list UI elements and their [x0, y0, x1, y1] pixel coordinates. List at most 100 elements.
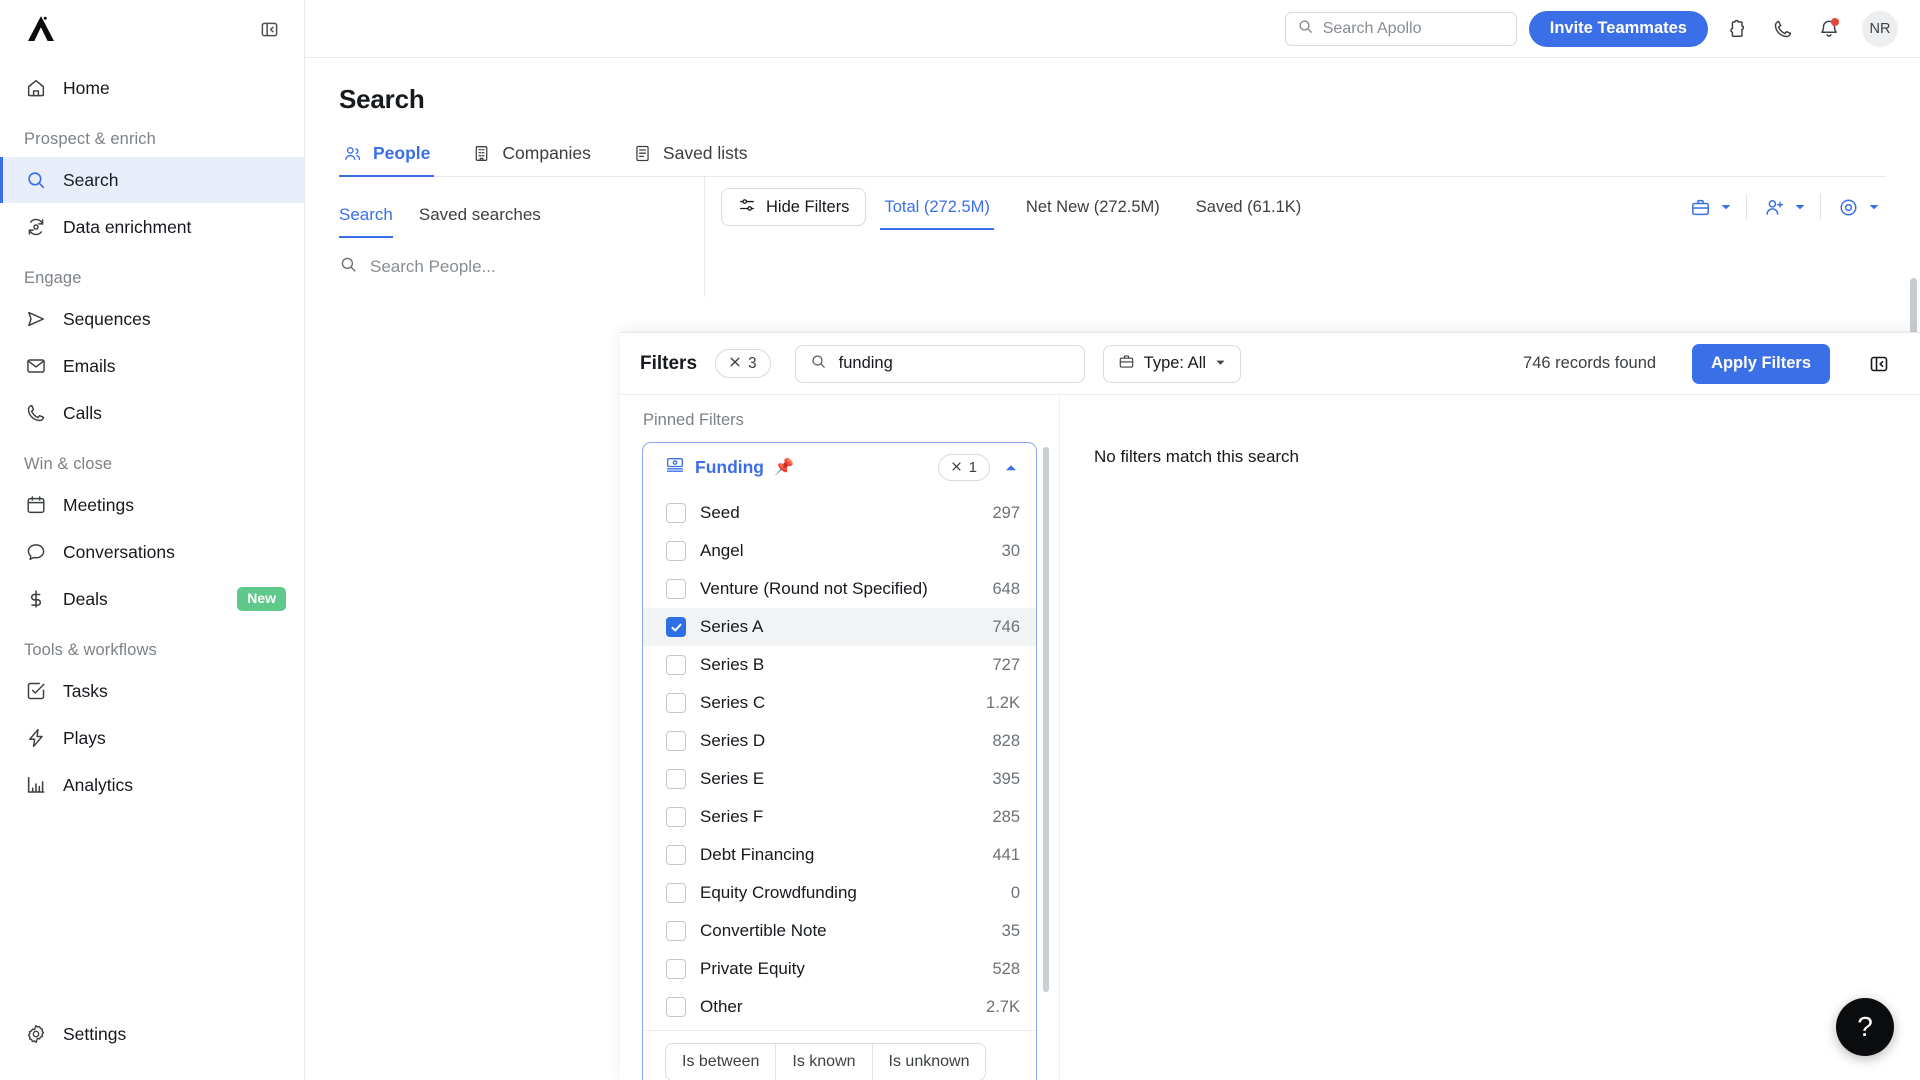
sidebar-item-sequences[interactable]: Sequences — [0, 296, 304, 342]
checkbox[interactable] — [666, 769, 686, 789]
is-known-button[interactable]: Is known — [776, 1044, 873, 1080]
checkbox[interactable] — [666, 693, 686, 713]
tab-companies[interactable]: Companies — [468, 137, 595, 176]
filters-list-scrollbar[interactable] — [1043, 447, 1049, 992]
subtab-saved-searches[interactable]: Saved searches — [419, 205, 541, 237]
chevron-up-icon[interactable] — [1000, 461, 1022, 475]
records-found-label: 746 records found — [1523, 354, 1657, 372]
option-count: 297 — [992, 503, 1020, 522]
checkbox[interactable] — [666, 731, 686, 751]
sidebar-item-settings[interactable]: Settings — [0, 1011, 304, 1057]
list-item[interactable]: Series A 746 — [643, 608, 1036, 646]
count-tab-net-new[interactable]: Net New (272.5M) — [1008, 177, 1178, 237]
help-button[interactable]: ? — [1836, 998, 1894, 1056]
filters-panel-body: Pinned Filters Funding 📌 1 Seed 297 Ange… — [620, 395, 1920, 1080]
app-root: Home Prospect & enrich Search Data enric… — [0, 0, 1920, 1080]
chevron-down-icon[interactable] — [1866, 199, 1882, 215]
phone-icon[interactable] — [1766, 12, 1800, 46]
apply-filters-button[interactable]: Apply Filters — [1692, 343, 1830, 384]
sidebar-group-title: Engage — [24, 269, 82, 287]
filter-search-box[interactable] — [794, 344, 1085, 383]
sidebar-collapse-button[interactable] — [256, 16, 282, 42]
bell-icon[interactable] — [1812, 12, 1846, 46]
search-people-input[interactable] — [370, 257, 682, 277]
count-tab-total[interactable]: Total (272.5M) — [866, 177, 1007, 237]
list-item[interactable]: Series C 1.2K — [643, 684, 1036, 722]
option-count: 285 — [992, 807, 1020, 826]
sidebar-item-conversations[interactable]: Conversations — [0, 529, 304, 575]
list-item[interactable]: Seed 297 — [643, 494, 1036, 532]
filters-panel-collapse-button[interactable] — [1864, 349, 1894, 379]
checkbox[interactable] — [666, 579, 686, 599]
chevron-down-icon[interactable] — [1718, 199, 1734, 215]
checkbox[interactable] — [666, 959, 686, 979]
add-person-icon[interactable] — [1759, 192, 1789, 222]
chevron-down-icon[interactable] — [1792, 199, 1808, 215]
checkbox[interactable] — [666, 997, 686, 1017]
sidebar-item-label: Analytics — [63, 774, 134, 795]
checkbox[interactable] — [666, 845, 686, 865]
tab-saved-lists[interactable]: Saved lists — [629, 137, 752, 176]
checkbox[interactable] — [666, 617, 686, 637]
chevron-down-icon — [1215, 354, 1226, 373]
sidebar-item-plays[interactable]: Plays — [0, 715, 304, 761]
checkbox[interactable] — [666, 655, 686, 675]
sidebar-item-analytics[interactable]: Analytics — [0, 762, 304, 808]
pushpin-icon[interactable]: 📌 — [774, 459, 794, 476]
sidebar-item-emails[interactable]: Emails — [0, 343, 304, 389]
clear-filters-chip[interactable]: 3 — [715, 349, 771, 378]
option-label: Seed — [700, 503, 740, 522]
sidebar-item-meetings[interactable]: Meetings — [0, 482, 304, 528]
filters-title: Filters — [640, 352, 698, 374]
list-item[interactable]: Debt Financing 441 — [643, 836, 1036, 874]
bar-chart-icon — [24, 774, 47, 797]
list-item[interactable]: Other 2.7K — [643, 988, 1036, 1026]
is-unknown-button[interactable]: Is unknown — [872, 1044, 986, 1080]
briefcase-icon[interactable] — [1685, 192, 1715, 222]
list-item[interactable]: Convertible Note 35 — [643, 912, 1036, 950]
list-item[interactable]: Series B 727 — [643, 646, 1036, 684]
subtab-search[interactable]: Search — [339, 205, 393, 238]
invite-teammates-button[interactable]: Invite Teammates — [1528, 10, 1708, 47]
sidebar-item-data-enrichment[interactable]: Data enrichment — [0, 204, 304, 250]
funding-filter-header[interactable]: Funding 📌 1 — [643, 443, 1036, 492]
sidebar-item-calls[interactable]: Calls — [0, 390, 304, 436]
option-label: Series F — [700, 807, 764, 826]
list-item[interactable]: Series D 828 — [643, 722, 1036, 760]
sidebar-item-home[interactable]: Home — [0, 65, 304, 111]
close-icon — [729, 355, 741, 373]
puzzle-icon[interactable] — [1720, 12, 1754, 46]
hide-filters-button[interactable]: Hide Filters — [721, 188, 867, 226]
sidebar-item-deals[interactable]: Deals New — [0, 576, 304, 622]
list-item[interactable]: Series F 285 — [643, 798, 1036, 836]
checkbox[interactable] — [666, 883, 686, 903]
search-input[interactable] — [1322, 19, 1505, 38]
option-label: Private Equity — [700, 959, 805, 978]
option-label: Series E — [700, 769, 765, 788]
is-between-button[interactable]: Is between — [666, 1044, 777, 1080]
list-item[interactable]: Equity Crowdfunding 0 — [643, 874, 1036, 912]
checkbox[interactable] — [666, 807, 686, 827]
checkbox[interactable] — [666, 921, 686, 941]
list-item[interactable]: Venture (Round not Specified) 648 — [643, 570, 1036, 608]
list-item[interactable]: Series E 395 — [643, 760, 1036, 798]
sidebar-item-tasks[interactable]: Tasks — [0, 668, 304, 714]
sidebar-item-label: Tasks — [63, 680, 108, 701]
count-tab-saved[interactable]: Saved (61.1K) — [1178, 177, 1319, 237]
checkbox[interactable] — [666, 541, 686, 561]
results-area — [705, 237, 1920, 297]
eye-target-icon[interactable] — [1833, 192, 1863, 222]
tab-people[interactable]: People — [339, 137, 435, 177]
global-search-box[interactable] — [1284, 11, 1517, 46]
funding-clear-chip[interactable]: 1 — [937, 454, 990, 481]
type-filter-select[interactable]: Type: All — [1102, 344, 1242, 383]
main-content: Invite Teammates NR Se — [305, 0, 1920, 1080]
filter-search-input[interactable] — [838, 354, 1070, 373]
avatar[interactable]: NR — [1862, 10, 1898, 47]
list-item[interactable]: Private Equity 528 — [643, 950, 1036, 988]
checkbox[interactable] — [666, 503, 686, 523]
list-item[interactable]: Angel 30 — [643, 532, 1036, 570]
sidebar-item-search[interactable]: Search — [0, 157, 304, 203]
sidebar-item-label: Search — [63, 169, 119, 190]
sidebar-item-label: Emails — [63, 355, 116, 376]
